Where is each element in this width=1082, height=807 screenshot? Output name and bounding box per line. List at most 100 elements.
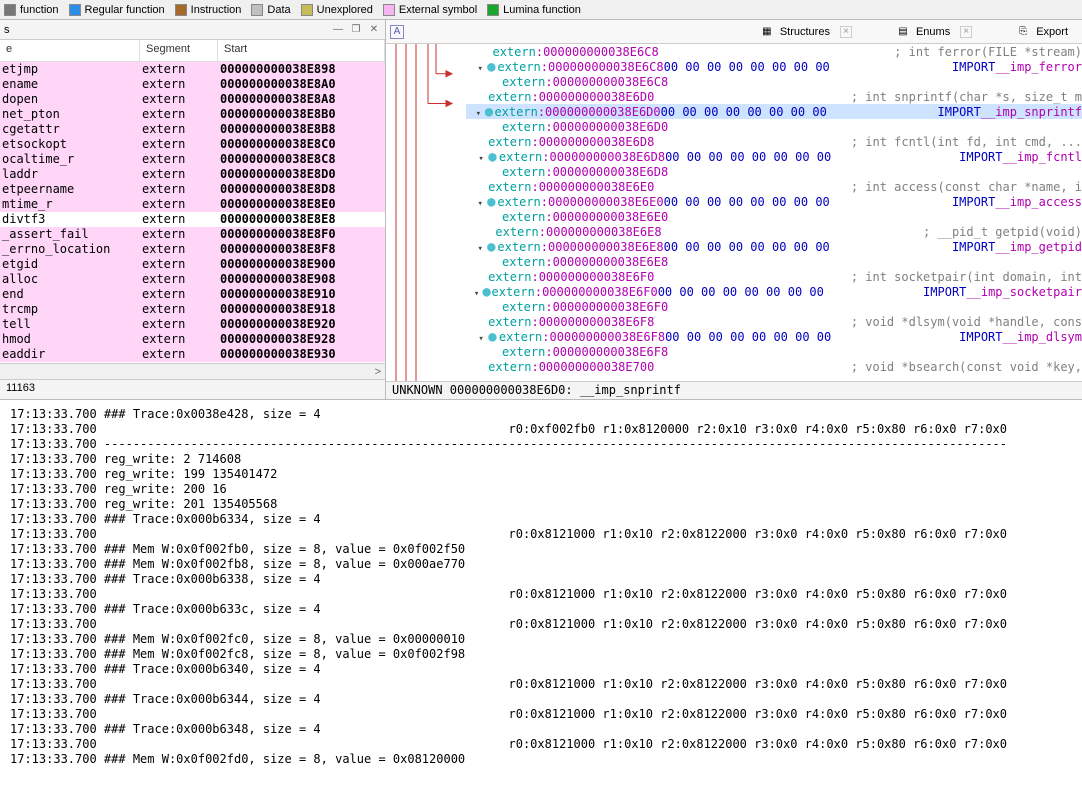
function-row[interactable]: dopenextern000000000038E8A8 — [0, 92, 385, 107]
disasm-line[interactable]: extern:000000000038E6D8; int fcntl(int f… — [466, 134, 1082, 149]
col-segment[interactable]: Segment — [140, 40, 218, 61]
minimize-icon[interactable]: — — [331, 23, 345, 37]
function-row[interactable]: ocaltime_rextern000000000038E8C8 — [0, 152, 385, 167]
collapse-chevron-icon[interactable]: ▾ — [475, 244, 485, 254]
func-address: 000000000038E8E0 — [220, 197, 383, 212]
func-segment: extern — [142, 302, 220, 317]
function-row[interactable]: allocextern000000000038E908 — [0, 272, 385, 287]
legend-item: Regular function — [69, 4, 165, 16]
col-start[interactable]: Start — [218, 40, 385, 61]
enums-icon: ▤ — [896, 25, 910, 39]
disasm-line[interactable]: extern:000000000038E6F8 — [466, 344, 1082, 359]
func-name: _assert_fail — [2, 227, 142, 242]
function-row[interactable]: trcmpextern000000000038E918 — [0, 302, 385, 317]
disasm-line[interactable]: extern:000000000038E6F0; int socketpair(… — [466, 269, 1082, 284]
collapse-chevron-icon[interactable]: ▾ — [475, 64, 485, 74]
bytes-token: 00 00 00 00 00 00 00 00 — [664, 240, 830, 254]
disasm-line[interactable]: ▾●extern:000000000038E6E0 00 00 00 00 00… — [466, 194, 1082, 209]
function-row[interactable]: laddrextern000000000038E8D0 — [0, 167, 385, 182]
disasm-line[interactable]: extern:000000000038E6D8 — [466, 164, 1082, 179]
function-row[interactable]: net_ptonextern000000000038E8B0 — [0, 107, 385, 122]
disasm-line[interactable]: ▾●extern:000000000038E6F0 00 00 00 00 00… — [466, 284, 1082, 299]
disasm-line[interactable]: ▾●extern:000000000038E6F8 00 00 00 00 00… — [466, 329, 1082, 344]
function-list[interactable]: etjmpextern000000000038E898enameextern00… — [0, 62, 385, 363]
disasm-line[interactable]: ▾●extern:000000000038E6C8 00 00 00 00 00… — [466, 59, 1082, 74]
disasm-line[interactable]: extern:000000000038E6E0 — [466, 209, 1082, 224]
func-address: 000000000038E910 — [220, 287, 383, 302]
disasm-line[interactable]: extern:000000000038E700; void *bsearch(c… — [466, 359, 1082, 374]
function-row[interactable]: _errno_locationextern000000000038E8F8 — [0, 242, 385, 257]
func-address: 000000000038E8D8 — [220, 182, 383, 197]
func-address: 000000000038E900 — [220, 257, 383, 272]
import-keyword: IMPORT — [959, 330, 1002, 344]
legend-label: function — [20, 4, 59, 16]
collapse-chevron-icon[interactable]: ▾ — [475, 199, 485, 209]
restore-icon[interactable]: ❐ — [349, 23, 363, 37]
function-row[interactable]: _assert_failextern000000000038E8F0 — [0, 227, 385, 242]
import-name: __imp_access — [995, 195, 1082, 209]
func-segment: extern — [142, 182, 220, 197]
tab-enums[interactable]: ▤ Enums × — [886, 22, 982, 42]
comment-token: ; int fcntl(int fd, int cmd, ... — [851, 135, 1082, 149]
breakpoint-dot-icon[interactable]: ● — [482, 287, 492, 297]
function-row[interactable]: tellextern000000000038E920 — [0, 317, 385, 332]
tab-exports[interactable]: ⎘ Export — [1006, 22, 1078, 42]
tab-close-icon[interactable]: × — [840, 26, 852, 38]
function-row[interactable]: enameextern000000000038E8A0 — [0, 77, 385, 92]
disasm-line[interactable]: extern:000000000038E6D0; int snprintf(ch… — [466, 89, 1082, 104]
disasm-line[interactable]: extern:000000000038E6E0; int access(cons… — [466, 179, 1082, 194]
tab-structures[interactable]: ▦ Structures × — [750, 22, 862, 42]
view-icon[interactable]: A — [390, 25, 404, 39]
segment-token: extern — [495, 225, 538, 239]
disasm-line[interactable]: extern:000000000038E6C8; int ferror(FILE… — [466, 44, 1082, 59]
disasm-line[interactable]: ▾●extern:000000000038E6E8 00 00 00 00 00… — [466, 239, 1082, 254]
collapse-chevron-icon[interactable]: ▾ — [476, 154, 486, 164]
function-row[interactable]: divtf3extern000000000038E8E8 — [0, 212, 385, 227]
function-row[interactable]: etgidextern000000000038E900 — [0, 257, 385, 272]
import-keyword: IMPORT — [952, 240, 995, 254]
log-line: 17:13:33.700 r0:0x8121000 r1:0x10 r2:0x8… — [10, 617, 1072, 632]
func-address: 000000000038E8F8 — [220, 242, 383, 257]
function-row[interactable]: etsockoptextern000000000038E8C0 — [0, 137, 385, 152]
log-line: 17:13:33.700 ### Trace:0x000b6338, size … — [10, 572, 1072, 587]
disassembly-view[interactable]: extern:000000000038E6C8; int ferror(FILE… — [386, 44, 1082, 381]
function-row[interactable]: hmodextern000000000038E928 — [0, 332, 385, 347]
collapse-chevron-icon[interactable]: ▾ — [472, 289, 482, 299]
address-token: :000000000038E6D8 — [531, 135, 654, 149]
address-token: :000000000038E6D8 — [545, 165, 668, 179]
function-row[interactable]: cgetattrextern000000000038E8B8 — [0, 122, 385, 137]
function-row[interactable]: mtime_rextern000000000038E8E0 — [0, 197, 385, 212]
breakpoint-dot-icon[interactable]: ● — [485, 197, 497, 207]
function-row[interactable]: eaddirextern000000000038E930 — [0, 347, 385, 362]
tab-close-icon[interactable]: × — [960, 26, 972, 38]
disasm-line[interactable]: extern:000000000038E6E8; __pid_t getpid(… — [466, 224, 1082, 239]
output-log[interactable]: 17:13:33.700 ### Trace:0x0038e428, size … — [0, 400, 1082, 807]
exports-icon: ⎘ — [1016, 25, 1030, 39]
disasm-line[interactable]: ▾●extern:000000000038E6D0 00 00 00 00 00… — [466, 104, 1082, 119]
breakpoint-dot-icon[interactable]: ● — [485, 242, 497, 252]
breakpoint-dot-icon[interactable]: ● — [485, 62, 497, 72]
breakpoint-dot-icon[interactable]: ● — [486, 152, 499, 162]
disasm-line[interactable]: extern:000000000038E6D0 — [466, 119, 1082, 134]
collapse-chevron-icon[interactable]: ▾ — [473, 109, 483, 119]
function-row[interactable]: etpeernameextern000000000038E8D8 — [0, 182, 385, 197]
func-address: 000000000038E8A0 — [220, 77, 383, 92]
function-row[interactable]: etjmpextern000000000038E898 — [0, 62, 385, 77]
disasm-line[interactable]: ▾●extern:000000000038E6D8 00 00 00 00 00… — [466, 149, 1082, 164]
disasm-line[interactable]: extern:000000000038E6C8 — [466, 74, 1082, 89]
segment-token: extern — [502, 300, 545, 314]
close-icon[interactable]: ✕ — [367, 23, 381, 37]
breakpoint-dot-icon[interactable]: ● — [483, 107, 494, 117]
disasm-line[interactable]: extern:000000000038E6F0 — [466, 299, 1082, 314]
collapse-chevron-icon[interactable]: ▾ — [476, 334, 486, 344]
legend-label: External symbol — [399, 4, 477, 16]
col-name[interactable]: e — [0, 40, 140, 61]
breakpoint-dot-icon[interactable]: ● — [486, 332, 499, 342]
h-scrollbar[interactable]: > — [0, 363, 385, 379]
func-address: 000000000038E8B8 — [220, 122, 383, 137]
func-address: 000000000038E920 — [220, 317, 383, 332]
disasm-line[interactable]: extern:000000000038E6F8; void *dlsym(voi… — [466, 314, 1082, 329]
function-row[interactable]: endextern000000000038E910 — [0, 287, 385, 302]
disasm-line[interactable]: extern:000000000038E6E8 — [466, 254, 1082, 269]
segment-token: extern — [502, 210, 545, 224]
